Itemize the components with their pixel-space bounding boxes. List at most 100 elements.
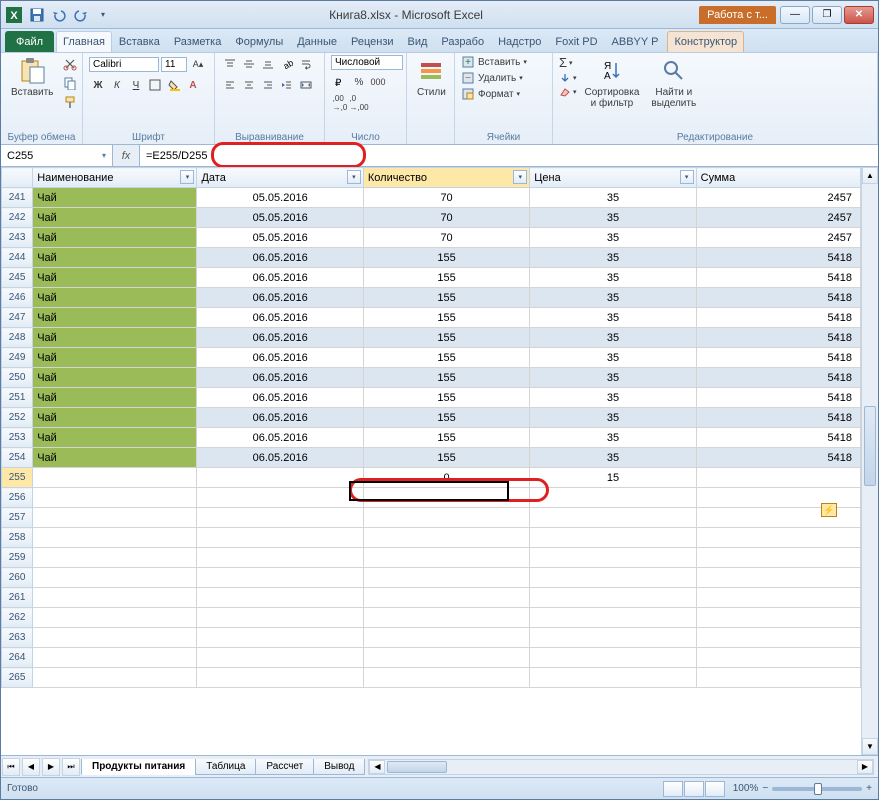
tab-foxit pd[interactable]: Foxit PD <box>548 31 604 52</box>
view-normal-button[interactable] <box>663 781 683 797</box>
merge-button[interactable] <box>297 76 315 94</box>
cell[interactable]: Чай <box>33 208 197 228</box>
cell[interactable] <box>33 648 197 668</box>
tab-nav-last[interactable]: ⏭ <box>62 758 80 776</box>
cell[interactable]: 5418 <box>696 428 860 448</box>
cell[interactable]: 5418 <box>696 328 860 348</box>
sheet-tab[interactable]: Продукты питания <box>81 759 196 775</box>
border-button[interactable] <box>146 76 164 94</box>
cell[interactable] <box>197 648 363 668</box>
cell[interactable]: 35 <box>530 448 696 468</box>
cell[interactable]: Чай <box>33 228 197 248</box>
cell[interactable] <box>33 488 197 508</box>
cell[interactable]: 155 <box>363 388 529 408</box>
tab-разрабо[interactable]: Разрабо <box>434 31 491 52</box>
cell[interactable] <box>696 628 860 648</box>
cell[interactable] <box>696 568 860 588</box>
cell[interactable]: 06.05.2016 <box>197 368 363 388</box>
row-header[interactable]: 241 <box>2 188 33 208</box>
cell[interactable]: 35 <box>530 288 696 308</box>
cell[interactable] <box>197 508 363 528</box>
sheet-tab[interactable]: Вывод <box>313 759 365 775</box>
row-header[interactable]: 250 <box>2 368 33 388</box>
cell[interactable]: 35 <box>530 268 696 288</box>
row-header[interactable]: 245 <box>2 268 33 288</box>
undo-button[interactable] <box>49 5 69 25</box>
cell[interactable]: 155 <box>363 308 529 328</box>
horizontal-scrollbar[interactable]: ◀ ▶ <box>368 759 874 775</box>
row-header[interactable]: 259 <box>2 548 33 568</box>
cell[interactable] <box>530 628 696 648</box>
row-header[interactable]: 242 <box>2 208 33 228</box>
cell[interactable] <box>363 548 529 568</box>
percent-button[interactable]: % <box>350 73 368 91</box>
tab-данные[interactable]: Данные <box>290 31 344 52</box>
cell[interactable] <box>696 548 860 568</box>
decrease-decimal-button[interactable]: ,0→,00 <box>350 94 368 112</box>
col-header[interactable]: Количество▾ <box>363 168 529 188</box>
cell[interactable]: 155 <box>363 268 529 288</box>
sort-filter-button[interactable]: ЯА Сортировка и фильтр <box>581 55 644 111</box>
cell[interactable] <box>197 608 363 628</box>
tab-надстро[interactable]: Надстро <box>491 31 548 52</box>
cell[interactable]: 06.05.2016 <box>197 428 363 448</box>
fill-color-button[interactable] <box>165 76 183 94</box>
tab-вид[interactable]: Вид <box>401 31 435 52</box>
cell[interactable] <box>33 628 197 648</box>
cell[interactable] <box>530 668 696 688</box>
wrap-text-button[interactable] <box>297 55 315 73</box>
vertical-scrollbar[interactable]: ▲ ▼ <box>861 167 878 755</box>
row-header[interactable]: 254 <box>2 448 33 468</box>
cell[interactable]: 15 <box>530 468 696 488</box>
cell[interactable] <box>363 668 529 688</box>
qat-customize[interactable]: ▾ <box>93 5 113 25</box>
paste-button[interactable]: Вставить <box>7 55 57 100</box>
decrease-indent-button[interactable] <box>278 76 296 94</box>
sheet-tab[interactable]: Таблица <box>195 759 256 775</box>
cell[interactable]: 06.05.2016 <box>197 268 363 288</box>
row-header[interactable]: 261 <box>2 588 33 608</box>
filter-icon[interactable]: ▾ <box>513 170 527 184</box>
scroll-thumb[interactable] <box>864 406 876 486</box>
cell[interactable] <box>530 528 696 548</box>
cell[interactable]: 155 <box>363 288 529 308</box>
cell[interactable] <box>696 648 860 668</box>
cell[interactable]: 06.05.2016 <box>197 328 363 348</box>
align-left-button[interactable] <box>221 76 239 94</box>
cell[interactable] <box>197 568 363 588</box>
cell[interactable]: 155 <box>363 348 529 368</box>
cell[interactable]: 35 <box>530 248 696 268</box>
increase-decimal-button[interactable]: ,00→,0 <box>331 94 349 112</box>
zoom-slider[interactable] <box>772 787 862 791</box>
cell[interactable] <box>696 608 860 628</box>
cell[interactable]: 155 <box>363 448 529 468</box>
row-header[interactable]: 247 <box>2 308 33 328</box>
cell[interactable] <box>33 508 197 528</box>
cell[interactable] <box>363 588 529 608</box>
cell[interactable]: 35 <box>530 348 696 368</box>
cell[interactable]: 70 <box>363 208 529 228</box>
tab-file[interactable]: Файл <box>5 31 54 52</box>
cell[interactable]: 06.05.2016 <box>197 408 363 428</box>
align-top-button[interactable] <box>221 55 239 73</box>
cell[interactable]: 5418 <box>696 268 860 288</box>
tab-разметка[interactable]: Разметка <box>167 31 229 52</box>
tab-nav-first[interactable]: ⏮ <box>2 758 20 776</box>
row-header[interactable]: 249 <box>2 348 33 368</box>
cell[interactable]: 155 <box>363 408 529 428</box>
maximize-button[interactable]: ❐ <box>812 6 842 24</box>
cell[interactable]: 5418 <box>696 248 860 268</box>
cell[interactable]: Чай <box>33 328 197 348</box>
cell[interactable]: 06.05.2016 <box>197 388 363 408</box>
row-header[interactable]: 260 <box>2 568 33 588</box>
row-header[interactable]: 255 <box>2 468 33 488</box>
cell[interactable]: 35 <box>530 328 696 348</box>
tab-формулы[interactable]: Формулы <box>228 31 290 52</box>
cell[interactable]: 06.05.2016 <box>197 448 363 468</box>
scroll-right-button[interactable]: ▶ <box>857 760 873 774</box>
scroll-left-button[interactable]: ◀ <box>369 760 385 774</box>
col-header[interactable]: Наименование▾ <box>33 168 197 188</box>
row-header[interactable]: 262 <box>2 608 33 628</box>
cell[interactable] <box>363 568 529 588</box>
cell[interactable] <box>530 488 696 508</box>
